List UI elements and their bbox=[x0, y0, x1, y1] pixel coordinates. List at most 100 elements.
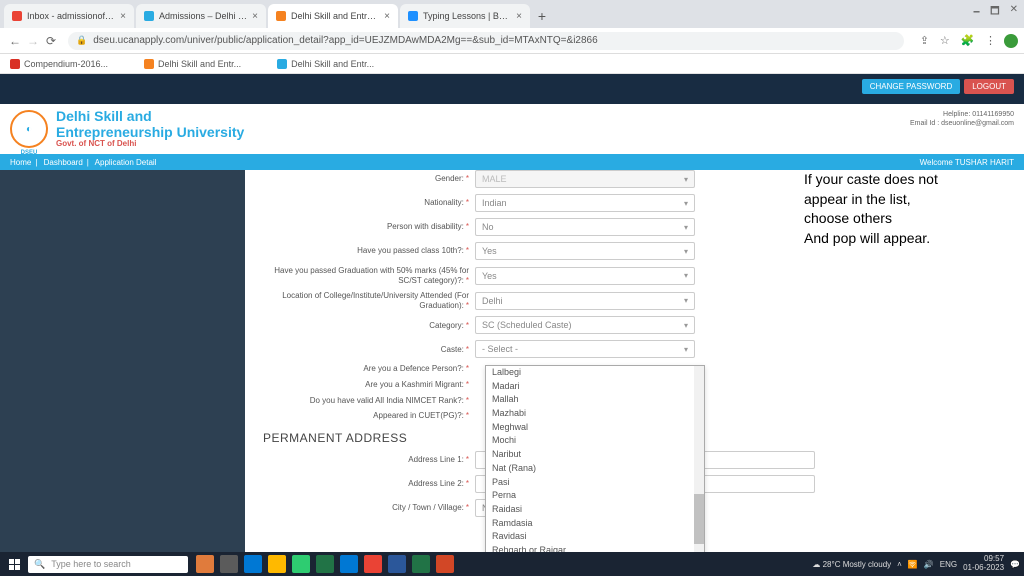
app-icon[interactable] bbox=[292, 555, 310, 573]
uni-line3: Govt. of NCT of Delhi bbox=[56, 140, 244, 149]
notifications-icon[interactable]: 💬 bbox=[1010, 560, 1020, 569]
caste-option[interactable]: Mochi bbox=[486, 434, 704, 448]
kashmiri-label: Are you a Kashmiri Migrant: bbox=[365, 380, 464, 389]
powerpoint-icon[interactable] bbox=[436, 555, 454, 573]
chevron-down-icon: ▾ bbox=[684, 199, 688, 208]
contact-info: Helpline: 01141169950 Email Id : dseuonl… bbox=[910, 110, 1014, 128]
close-tab-icon[interactable]: × bbox=[516, 11, 522, 22]
caste-option[interactable]: Meghwal bbox=[486, 421, 704, 435]
scrollbar[interactable] bbox=[694, 366, 704, 552]
start-button[interactable] bbox=[4, 556, 24, 572]
caste-option[interactable]: Mallah bbox=[486, 393, 704, 407]
explorer-icon[interactable] bbox=[268, 555, 286, 573]
edge-icon[interactable] bbox=[244, 555, 262, 573]
clock[interactable]: 09:57 01-06-2023 bbox=[963, 555, 1004, 573]
nationality-value: Indian bbox=[482, 198, 507, 208]
app-icon[interactable] bbox=[196, 555, 214, 573]
logout-button[interactable]: LOGOUT bbox=[964, 79, 1014, 94]
nationality-select[interactable]: Indian ▾ bbox=[475, 194, 695, 212]
min-icon[interactable]: 🗕 bbox=[973, 4, 980, 21]
reload-button[interactable]: ⟳ bbox=[42, 34, 60, 48]
caste-select[interactable]: - Select -▾ bbox=[475, 340, 695, 358]
note-line: And pop will appear. bbox=[804, 229, 994, 249]
crumb-home[interactable]: Home bbox=[10, 158, 31, 167]
bookmark-item[interactable]: Delhi Skill and Entr... bbox=[277, 59, 392, 69]
close-icon[interactable]: ✕ bbox=[1010, 4, 1018, 21]
caste-option[interactable]: Mazhabi bbox=[486, 407, 704, 421]
caste-option[interactable]: Madari bbox=[486, 380, 704, 394]
caste-option[interactable]: Raidasi bbox=[486, 503, 704, 517]
share-icon[interactable]: ⇪ bbox=[920, 35, 929, 47]
caste-option[interactable]: Ramdasia bbox=[486, 517, 704, 531]
site-icon bbox=[408, 11, 418, 21]
toolbar-right: ⇪ ☆ 🧩 ⋮ bbox=[912, 34, 996, 47]
caste-option[interactable]: Naribut bbox=[486, 448, 704, 462]
caste-dropdown-list[interactable]: LalbegiMadariMallahMazhabiMeghwalMochiNa… bbox=[485, 365, 705, 552]
bookmark-item[interactable]: Delhi Skill and Entr... bbox=[144, 59, 259, 69]
close-tab-icon[interactable]: × bbox=[384, 11, 390, 22]
url-input[interactable]: 🔒 dseu.ucanapply.com/univer/public/appli… bbox=[68, 32, 904, 50]
caste-option[interactable]: Nat (Rana) bbox=[486, 462, 704, 476]
grad-select[interactable]: Yes▾ bbox=[475, 267, 695, 285]
new-tab-button[interactable]: + bbox=[532, 8, 552, 28]
taskbar-search[interactable]: 🔍Type here to search bbox=[28, 556, 188, 573]
college-select[interactable]: Delhi▾ bbox=[475, 292, 695, 310]
tray-chevron-icon[interactable]: ˄ bbox=[897, 560, 902, 569]
caste-option[interactable]: Rehgarh or Raigar bbox=[486, 544, 704, 552]
task-view-icon[interactable] bbox=[220, 555, 238, 573]
forward-button[interactable]: → bbox=[24, 34, 42, 48]
site-icon bbox=[276, 11, 286, 21]
bookmark-item[interactable]: Compendium-2016... bbox=[10, 59, 126, 69]
address-bar-row: ← → ⟳ 🔒 dseu.ucanapply.com/univer/public… bbox=[0, 28, 1024, 54]
category-label: Category: bbox=[429, 321, 464, 330]
weather-widget[interactable]: ☁ 28°C Mostly cloudy bbox=[812, 560, 891, 569]
chrome-icon[interactable] bbox=[364, 555, 382, 573]
browser-tab[interactable]: Inbox - admissionoffice@dseu.ac × bbox=[4, 4, 134, 28]
browser-tab[interactable]: Typing Lessons | Beginner Wrap × bbox=[400, 4, 530, 28]
caste-option[interactable]: Ravidasi bbox=[486, 530, 704, 544]
city-label: City / Town / Village: bbox=[392, 503, 464, 512]
app-icon[interactable] bbox=[340, 555, 358, 573]
dseu-logo: ◐ DSEU bbox=[10, 110, 48, 148]
back-button[interactable]: ← bbox=[6, 34, 24, 48]
browser-tab-strip: Inbox - admissionoffice@dseu.ac × Admiss… bbox=[0, 0, 1024, 28]
close-tab-icon[interactable]: × bbox=[252, 11, 258, 22]
close-tab-icon[interactable]: × bbox=[120, 11, 126, 22]
change-password-button[interactable]: CHANGE PASSWORD bbox=[862, 79, 961, 94]
star-icon[interactable]: ☆ bbox=[940, 35, 950, 47]
caste-option[interactable]: Pasi bbox=[486, 476, 704, 490]
chevron-down-icon: ▾ bbox=[684, 175, 688, 184]
profile-avatar[interactable] bbox=[1004, 34, 1018, 48]
word-icon[interactable] bbox=[388, 555, 406, 573]
lang-indicator[interactable]: ENG bbox=[940, 560, 957, 569]
disability-select[interactable]: No▾ bbox=[475, 218, 695, 236]
crumb-dashboard[interactable]: Dashboard bbox=[44, 158, 83, 167]
sidebar bbox=[0, 170, 245, 552]
browser-tab-active[interactable]: Delhi Skill and Entrepreneurship × bbox=[268, 4, 398, 28]
caste-option[interactable]: Perna bbox=[486, 489, 704, 503]
note-line: If your caste does not bbox=[804, 170, 994, 190]
tab-title: Inbox - admissionoffice@dseu.ac bbox=[27, 11, 115, 21]
extension-icon[interactable]: 🧩 bbox=[961, 35, 975, 47]
defence-label: Are you a Defence Person?: bbox=[363, 364, 464, 373]
category-select[interactable]: SC (Scheduled Caste)▾ bbox=[475, 316, 695, 334]
grad-label: Have you passed Graduation with 50% mark… bbox=[274, 266, 469, 285]
gender-select[interactable]: MALE▾ bbox=[475, 170, 695, 188]
scroll-thumb[interactable] bbox=[694, 494, 704, 544]
bookmark-label: Delhi Skill and Entr... bbox=[158, 59, 241, 69]
chevron-down-icon: ▾ bbox=[684, 247, 688, 256]
class10-select[interactable]: Yes▾ bbox=[475, 242, 695, 260]
crumb-application[interactable]: Application Detail bbox=[95, 158, 157, 167]
menu-icon[interactable]: ⋮ bbox=[985, 35, 996, 47]
chevron-down-icon: ▾ bbox=[684, 321, 688, 330]
browser-tab[interactable]: Admissions – Delhi Skill and Ent × bbox=[136, 4, 266, 28]
max-icon[interactable]: 🗖 bbox=[990, 4, 1000, 21]
volume-icon[interactable]: 🔊 bbox=[924, 560, 934, 569]
app-icon[interactable] bbox=[316, 555, 334, 573]
excel-icon[interactable] bbox=[412, 555, 430, 573]
wifi-icon[interactable]: 🛜 bbox=[908, 560, 918, 569]
search-icon: 🔍 bbox=[34, 559, 45, 570]
date-text: 01-06-2023 bbox=[963, 564, 1004, 573]
caste-option[interactable]: Lalbegi bbox=[486, 366, 704, 380]
helpline-text: Helpline: 01141169950 bbox=[910, 110, 1014, 119]
